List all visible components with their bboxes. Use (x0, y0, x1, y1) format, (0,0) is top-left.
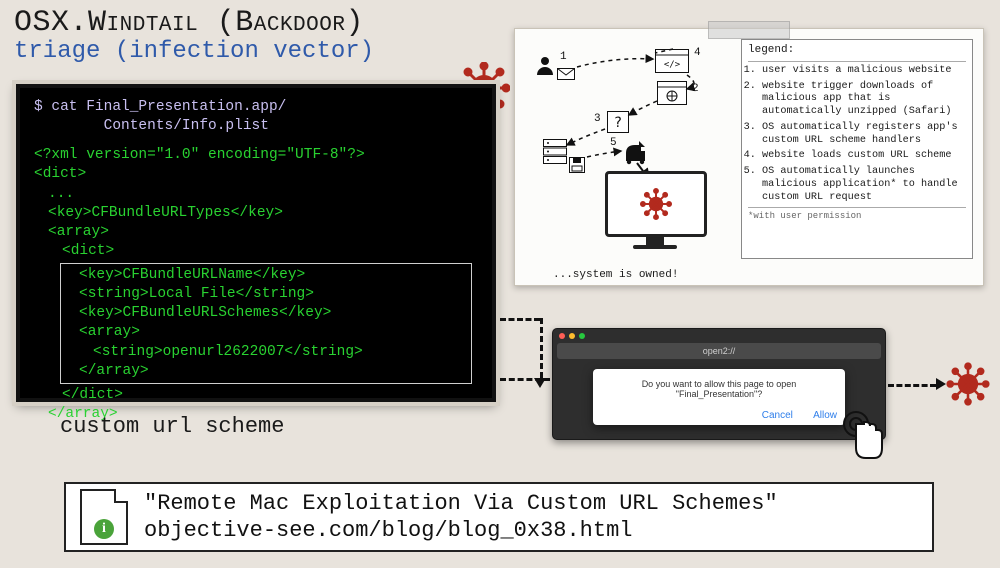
window-controls (553, 329, 885, 343)
close-icon[interactable] (559, 333, 565, 339)
code-key-urlschemes: <key>CFBundleURLSchemes</key> (65, 304, 467, 323)
minimize-icon[interactable] (569, 333, 575, 339)
zoom-icon[interactable] (579, 333, 585, 339)
terminal-card: $ cat Final_Presentation.app/ Contents/I… (16, 84, 496, 402)
infected-computer-icon (605, 171, 705, 251)
file-info-icon: i (80, 489, 128, 545)
owned-caption: ...system is owned! (553, 269, 678, 281)
citation-box: i "Remote Mac Exploitation Via Custom UR… (64, 482, 934, 552)
virus-icon (639, 187, 673, 221)
virus-icon (946, 362, 990, 406)
code-string-localfile: <string>Local File</string> (65, 285, 467, 304)
info-badge-icon: i (94, 519, 114, 539)
slide-title: OSX.Windtail (Backdoor) (14, 6, 364, 40)
code-key-urlname: <key>CFBundleURLName</key> (65, 266, 467, 285)
code-dict-open: <dict> (34, 165, 478, 184)
legend-item: website loads custom URL scheme (762, 150, 966, 163)
slide-subtitle: triage (infection vector) (14, 38, 374, 65)
legend-item: OS automatically launches malicious appl… (762, 166, 966, 204)
code-array2-open: <array> (65, 323, 467, 342)
code-array2-close: </array> (65, 362, 467, 381)
dashed-connector (500, 378, 550, 381)
url-bar[interactable]: open2:// (557, 343, 881, 359)
code-dict2-open: <dict> (34, 242, 478, 261)
click-hand-icon (836, 408, 890, 462)
arrowhead-icon (936, 378, 946, 390)
terminal-caption: custom url scheme (60, 414, 284, 439)
terminal-prompt: $ cat Final_Presentation.app/ (34, 98, 478, 117)
dashed-connector (500, 318, 540, 321)
legend-item: OS automatically registers app's custom … (762, 122, 966, 148)
code-array-open: <array> (34, 223, 478, 242)
code-string-scheme: <string>openurl2622007</string> (65, 343, 467, 362)
legend-item: website trigger downloads of malicious a… (762, 81, 966, 119)
dashed-connector (888, 384, 936, 387)
cancel-button[interactable]: Cancel (762, 410, 793, 421)
legend-item: user visits a malicious website (762, 65, 966, 78)
code-dict2-close: </dict> (34, 386, 478, 405)
legend-box: legend: user visits a malicious website … (741, 39, 973, 259)
dialog-message: Do you want to allow this page to open "… (593, 369, 845, 399)
code-highlight-box: <key>CFBundleURLName</key> <string>Local… (60, 263, 472, 384)
dashed-connector (540, 318, 543, 378)
citation-url: objective-see.com/blog/blog_0x38.html (144, 517, 778, 545)
legend-footnote: *with user permission (748, 211, 966, 222)
allow-button[interactable]: Allow (813, 410, 837, 421)
legend-title: legend: (748, 44, 966, 58)
terminal-prompt-cont: Contents/Info.plist (34, 117, 478, 136)
code-ellipsis: ... (34, 185, 478, 204)
infection-diagram-card: 1 </> 4 2 ? 3 (514, 28, 984, 286)
code-key-urltypes: <key>CFBundleURLTypes</key> (34, 204, 478, 223)
permission-dialog: Do you want to allow this page to open "… (593, 369, 845, 425)
code-xml-decl: <?xml version="1.0" encoding="UTF-8"?> (34, 146, 478, 165)
citation-title: "Remote Mac Exploitation Via Custom URL … (144, 490, 778, 518)
